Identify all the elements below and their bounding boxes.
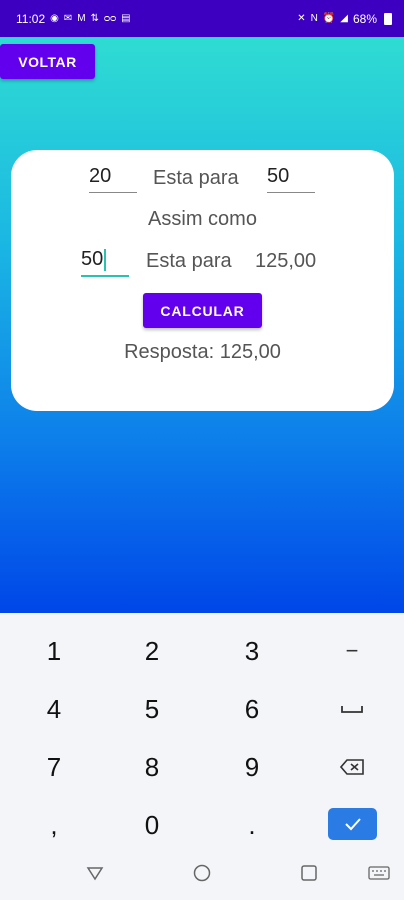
row1-label: Esta para	[153, 167, 239, 189]
status-right: ✕ N ⏰ ◢ 68%	[297, 12, 392, 26]
key-dot[interactable]: .	[212, 800, 292, 850]
key-comma[interactable]: ,	[14, 800, 94, 850]
key-backspace[interactable]	[312, 742, 392, 792]
calculator-card: 20 Esta para 50 Assim como 50 Esta para …	[11, 150, 394, 411]
app-content: VOLTAR 20 Esta para 50 Assim como 50 Est…	[0, 37, 404, 613]
backspace-icon	[340, 759, 364, 775]
key-3[interactable]: 3	[212, 626, 292, 676]
mobile-data-icon: ⇅	[90, 12, 99, 24]
middle-label: Assim como	[148, 208, 257, 230]
voicemail-icon: ᴑᴑ	[104, 12, 117, 24]
back-triangle-icon[interactable]	[86, 864, 104, 882]
back-button[interactable]: VOLTAR	[0, 44, 95, 79]
space-icon	[341, 706, 363, 713]
nfc-icon: N	[310, 12, 318, 24]
value-a-input[interactable]: 20	[89, 165, 137, 193]
navigation-bar	[0, 852, 404, 900]
status-bar: 11:02 ◉ ✉ M ⇅ ᴑᴑ ▤ ✕ N ⏰ ◢ 68%	[0, 0, 404, 37]
value-b-input[interactable]: 50	[267, 165, 315, 193]
key-minus[interactable]: −	[312, 626, 392, 676]
key-2[interactable]: 2	[112, 626, 192, 676]
signal-icon: ◢	[340, 12, 348, 24]
key-0[interactable]: 0	[112, 800, 192, 850]
key-1[interactable]: 1	[14, 626, 94, 676]
gmail-icon: M	[77, 12, 86, 24]
value-a-text: 20	[89, 165, 112, 187]
mute-icon: ✕	[297, 12, 306, 24]
answer-text: Resposta: 125,00	[124, 341, 281, 363]
battery-percent: 68%	[352, 11, 377, 26]
news-icon: ▤	[121, 12, 131, 24]
key-4[interactable]: 4	[14, 684, 94, 734]
home-circle-icon[interactable]	[193, 864, 211, 882]
key-9[interactable]: 9	[212, 742, 292, 792]
status-time: 11:02	[16, 11, 46, 26]
text-cursor	[104, 248, 107, 271]
value-c-input[interactable]: 50	[81, 248, 129, 277]
key-5[interactable]: 5	[112, 684, 192, 734]
value-b-text: 50	[267, 165, 290, 187]
status-left: 11:02 ◉ ✉ M ⇅ ᴑᴑ ▤	[16, 12, 131, 26]
done-key[interactable]	[328, 808, 377, 840]
key-6[interactable]: 6	[212, 684, 292, 734]
whatsapp-icon: ◉	[50, 12, 59, 24]
alarm-icon: ⏰	[322, 12, 336, 24]
key-7[interactable]: 7	[14, 742, 94, 792]
battery-icon	[384, 12, 392, 25]
calculate-button[interactable]: CALCULAR	[143, 293, 262, 328]
value-c-text: 50	[81, 248, 104, 270]
check-icon	[344, 818, 361, 831]
key-8[interactable]: 8	[112, 742, 192, 792]
key-space[interactable]	[312, 684, 392, 734]
mail-icon: ✉	[63, 12, 73, 24]
recents-square-icon[interactable]	[300, 864, 318, 882]
keyboard-icon[interactable]	[368, 864, 390, 882]
row2-label: Esta para	[146, 250, 232, 272]
row2-result: 125,00	[255, 250, 317, 272]
